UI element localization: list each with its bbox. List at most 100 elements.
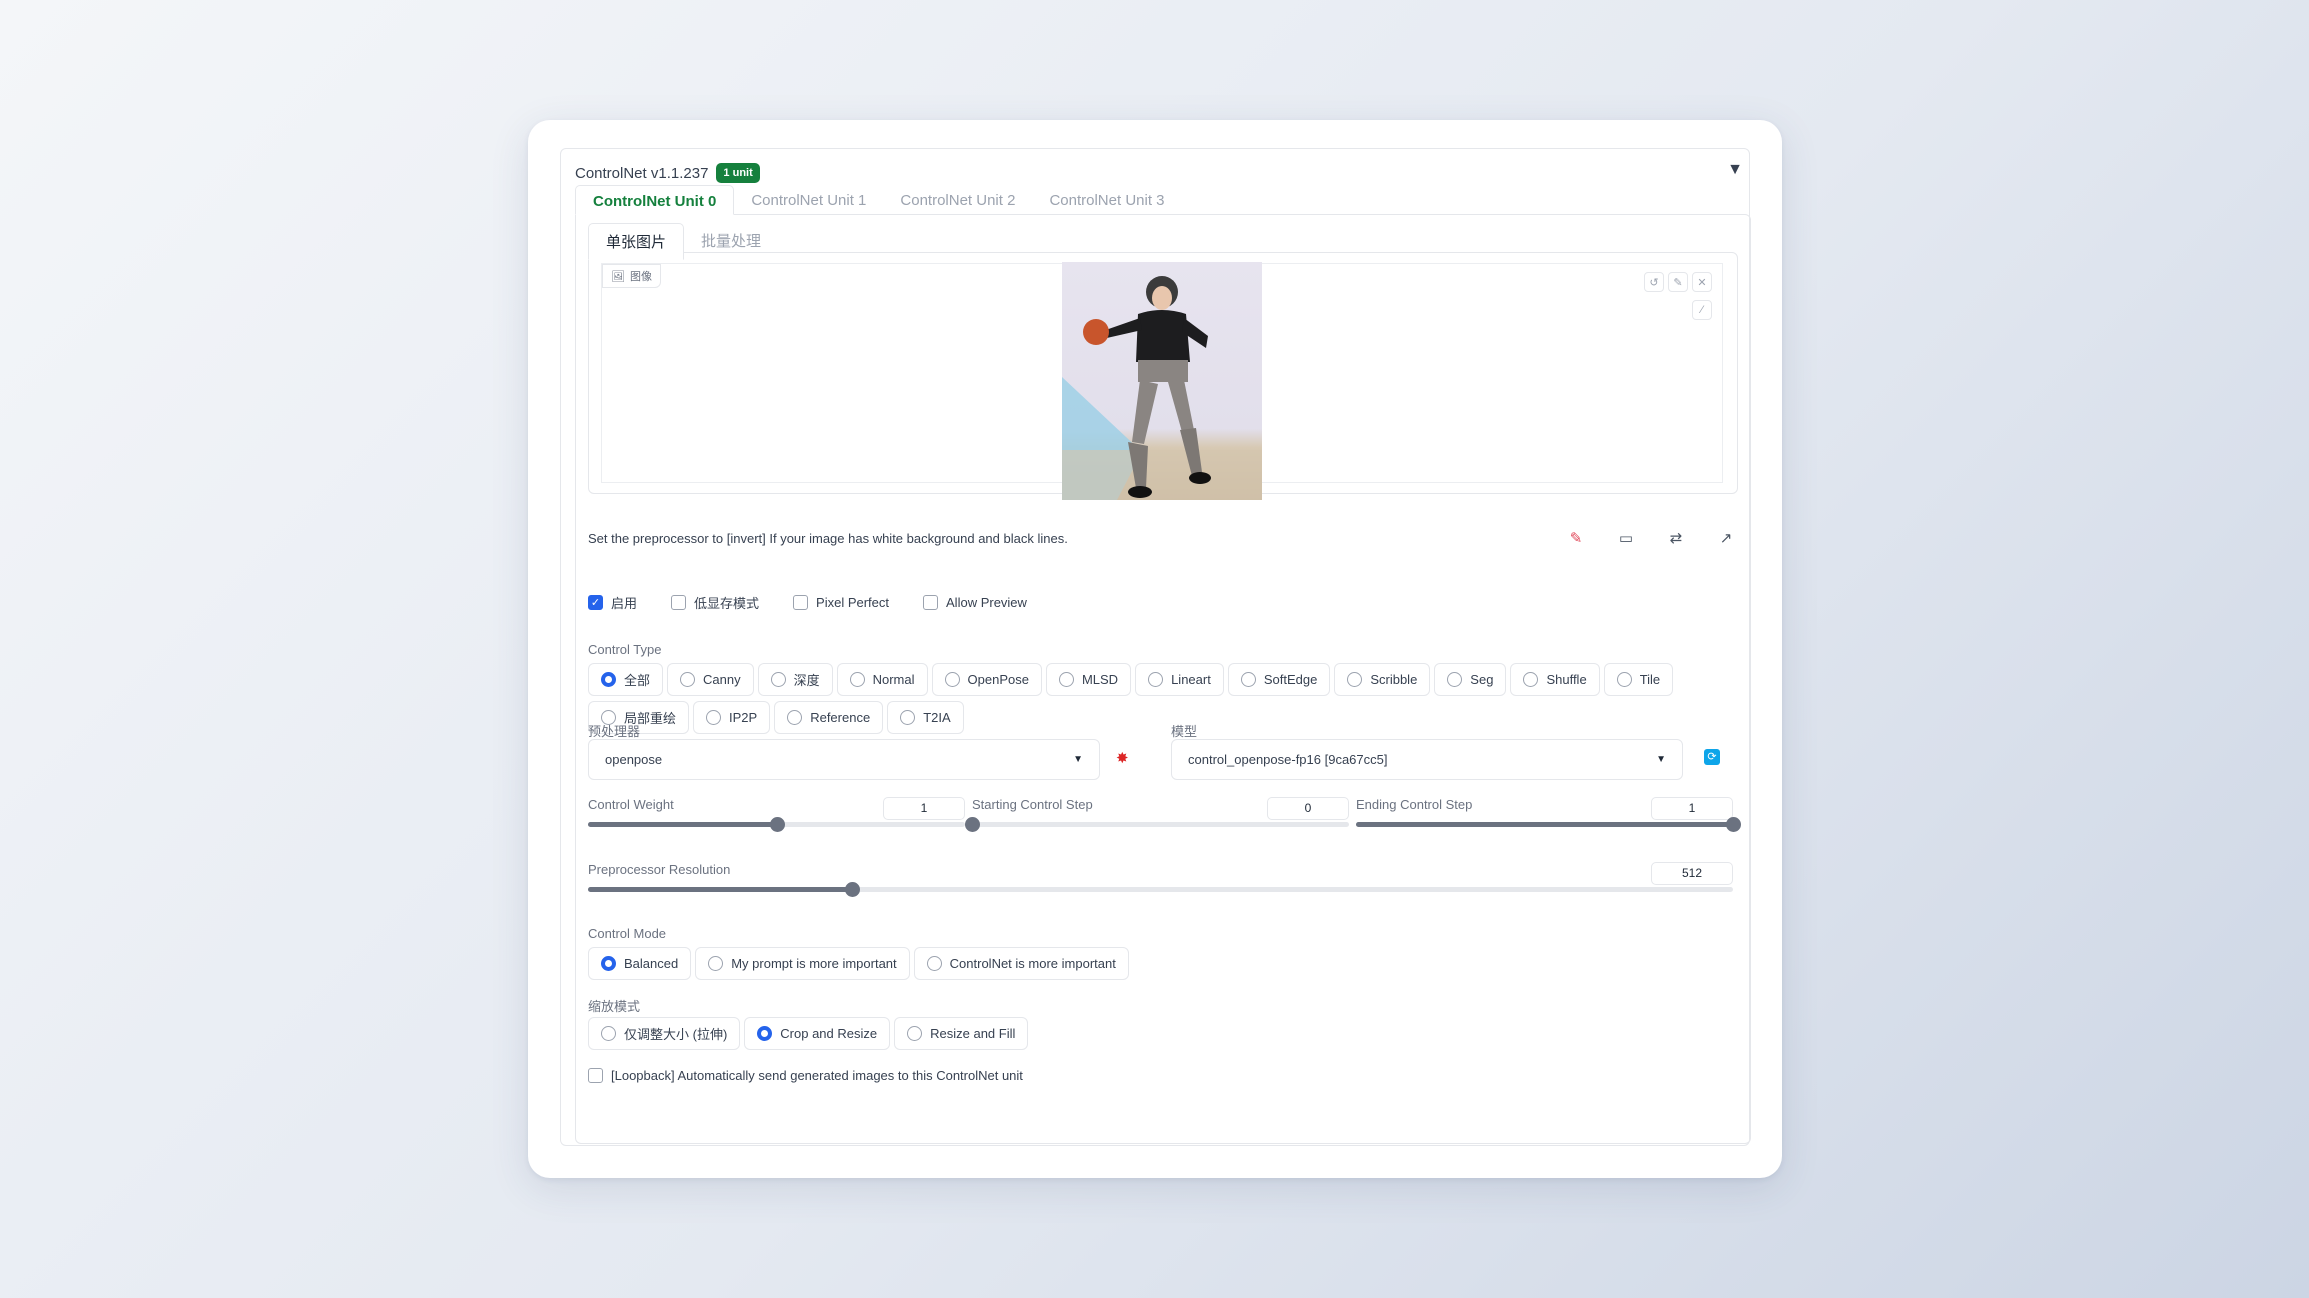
image-canvas[interactable]: 🖼 图像 ↺ ✎ ✕ ⁄ xyxy=(601,262,1723,500)
low-vram-checkbox[interactable]: 低显存模式 xyxy=(671,593,759,612)
allow-preview-checkbox[interactable]: Allow Preview xyxy=(923,593,1027,612)
slider-thumb[interactable] xyxy=(769,817,785,832)
unit-body: 单张图片 批量处理 🖼 图像 ↺ ✎ ✕ ⁄ Set the preproces… xyxy=(575,214,1751,1144)
control-type-option[interactable]: Tile xyxy=(1603,663,1674,696)
control-type-label: Control Type xyxy=(588,642,662,657)
slider-label: Ending Control Step xyxy=(1356,797,1473,812)
brush-icon[interactable]: ⁄ xyxy=(1692,300,1712,320)
loopback-checkbox[interactable]: [Loopback] Automatically send generated … xyxy=(588,1068,1023,1083)
tab-unit-3[interactable]: ControlNet Unit 3 xyxy=(1032,185,1181,215)
control-type-option[interactable]: Seg xyxy=(1434,663,1507,696)
control-type-option[interactable]: OpenPose xyxy=(931,663,1042,696)
checkbox-icon xyxy=(923,595,939,610)
slider-track[interactable] xyxy=(1356,817,1741,832)
control-type-option[interactable]: T2IA xyxy=(887,701,964,734)
radio-icon xyxy=(849,672,865,687)
swap-icon[interactable]: ⇄ xyxy=(1666,529,1686,547)
slider-track[interactable] xyxy=(588,817,965,832)
invert-tip: Set the preprocessor to [invert] If your… xyxy=(588,531,1068,546)
control-type-option[interactable]: Lineart xyxy=(1135,663,1224,696)
slider-track[interactable] xyxy=(965,817,1349,832)
checkbox-label: Allow Preview xyxy=(946,595,1027,610)
collapse-arrow-icon[interactable]: ▼ xyxy=(1727,161,1743,179)
close-icon[interactable]: ✕ xyxy=(1692,272,1712,292)
edit-icon[interactable]: ✎ xyxy=(1668,272,1688,292)
radio-icon xyxy=(680,672,696,687)
radio-icon xyxy=(1523,672,1539,687)
preprocessor-label: 预处理器 xyxy=(588,724,641,739)
slider-thumb[interactable] xyxy=(965,817,980,832)
radio-label: Normal xyxy=(872,672,915,687)
radio-selected-icon xyxy=(601,956,616,971)
control-type-row-1: 全部 Canny 深度 Normal OpenPose MLSD Lineart SoftEd… xyxy=(588,663,1674,696)
control-type-option[interactable]: 全部 xyxy=(588,663,664,696)
control-type-option[interactable]: SoftEdge xyxy=(1227,663,1331,696)
control-mode-option[interactable]: Balanced xyxy=(588,947,692,980)
radio-icon xyxy=(907,1026,923,1041)
option-checkboxes: ✓ 启用 低显存模式 Pixel Perfect Allow Preview xyxy=(588,593,1027,612)
resize-mode-options: 仅调整大小 (拉伸) Crop and Resize Resize and Fill xyxy=(588,1017,1029,1050)
control-type-option[interactable]: IP2P xyxy=(693,701,771,734)
dancer-photo-illustration xyxy=(1062,276,1262,500)
camera-icon[interactable]: ▭ xyxy=(1616,529,1636,547)
new-canvas-icon[interactable]: ✎ xyxy=(1566,529,1586,547)
slider-fill xyxy=(1356,822,1733,827)
radio-label: Tile xyxy=(1639,672,1661,687)
loopback-label: [Loopback] Automatically send generated … xyxy=(611,1068,1023,1083)
radio-label: My prompt is more important xyxy=(731,956,897,971)
slider-fill xyxy=(588,822,777,827)
resize-mode-option[interactable]: Crop and Resize xyxy=(744,1017,891,1050)
control-type-option[interactable]: Canny xyxy=(667,663,754,696)
radio-label: SoftEdge xyxy=(1263,672,1318,687)
resolution-input[interactable]: 512 xyxy=(1651,862,1733,885)
image-panel: 🖼 图像 ↺ ✎ ✕ ⁄ xyxy=(588,252,1738,500)
model-select[interactable]: control_openpose-fp16 [9ca67cc5] ▼ xyxy=(1171,739,1683,780)
radio-label: Reference xyxy=(810,710,871,725)
pixel-perfect-checkbox[interactable]: Pixel Perfect xyxy=(793,593,889,612)
radio-label: 全部 xyxy=(624,673,651,688)
control-type-option[interactable]: Shuffle xyxy=(1510,663,1600,696)
control-type-option[interactable]: MLSD xyxy=(1045,663,1132,696)
run-preprocessor-icon[interactable]: ✸ xyxy=(1116,749,1129,767)
control-weight-slider: Control Weight 1 xyxy=(588,797,965,832)
radio-label: ControlNet is more important xyxy=(949,956,1116,971)
tab-unit-2[interactable]: ControlNet Unit 2 xyxy=(883,185,1032,215)
radio-icon xyxy=(1240,672,1256,687)
checkbox-checked-icon: ✓ xyxy=(588,595,603,610)
control-type-option[interactable]: Reference xyxy=(774,701,884,734)
accordion-header[interactable]: ControlNet v1.1.237 1 unit xyxy=(575,163,760,183)
undo-icon[interactable]: ↺ xyxy=(1644,272,1664,292)
resize-mode-option[interactable]: Resize and Fill xyxy=(894,1017,1029,1050)
model-value: control_openpose-fp16 [9ca67cc5] xyxy=(1188,752,1388,767)
slider-label: Preprocessor Resolution xyxy=(588,862,731,877)
enable-checkbox[interactable]: ✓ 启用 xyxy=(588,593,637,612)
control-type-option[interactable]: Scribble xyxy=(1334,663,1431,696)
slider-track[interactable] xyxy=(588,882,1733,897)
tab-single-image[interactable]: 单张图片 xyxy=(588,223,685,260)
slider-thumb[interactable] xyxy=(845,882,861,897)
preprocessor-select[interactable]: openpose ▼ xyxy=(588,739,1100,780)
tab-unit-1[interactable]: ControlNet Unit 1 xyxy=(734,185,883,215)
preprocessor-resolution-slider: Preprocessor Resolution 512 xyxy=(588,862,1733,897)
control-mode-option[interactable]: My prompt is more important xyxy=(695,947,910,980)
radio-label: Lineart xyxy=(1171,672,1211,687)
radio-label: Seg xyxy=(1470,672,1494,687)
control-weight-input[interactable]: 1 xyxy=(883,797,965,820)
send-dimensions-icon[interactable]: ↗ xyxy=(1716,529,1736,547)
control-type-option[interactable]: Normal xyxy=(836,663,928,696)
control-mode-option[interactable]: ControlNet is more important xyxy=(913,947,1129,980)
radio-icon xyxy=(787,710,803,725)
resize-mode-option[interactable]: 仅调整大小 (拉伸) xyxy=(588,1017,741,1050)
tab-unit-0[interactable]: ControlNet Unit 0 xyxy=(575,185,735,215)
checkbox-label: 低显存模式 xyxy=(694,596,760,611)
ending-step-input[interactable]: 1 xyxy=(1651,797,1733,820)
slider-thumb[interactable] xyxy=(1726,817,1741,832)
refresh-models-icon[interactable]: ⟳ xyxy=(1704,749,1720,765)
slider-fill xyxy=(588,887,853,892)
chevron-down-icon: ▼ xyxy=(1656,754,1666,765)
control-type-option[interactable]: 深度 xyxy=(757,663,833,696)
radio-label: Resize and Fill xyxy=(930,1026,1016,1041)
radio-icon xyxy=(1447,672,1463,687)
radio-icon xyxy=(1347,672,1363,687)
starting-step-input[interactable]: 0 xyxy=(1267,797,1349,820)
